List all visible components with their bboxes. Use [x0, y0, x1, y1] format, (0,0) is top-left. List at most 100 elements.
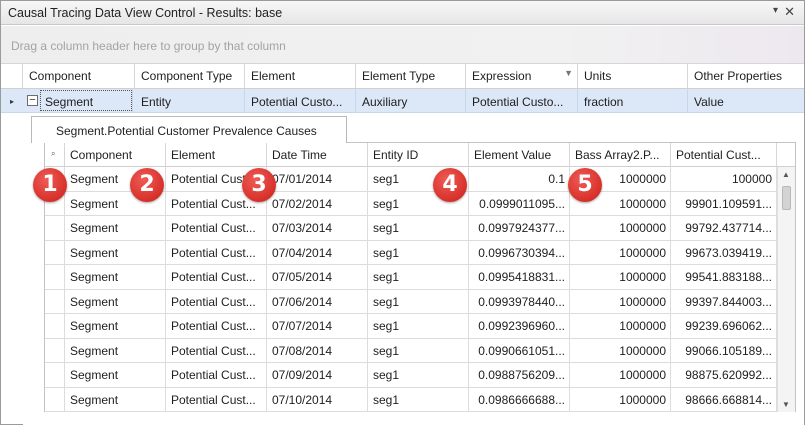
- column-header-units[interactable]: Units: [578, 64, 688, 88]
- cell-bass-array[interactable]: 1000000: [570, 265, 671, 289]
- cell-component[interactable]: Segment: [65, 240, 166, 264]
- cell-element[interactable]: Potential Custo...: [245, 89, 356, 112]
- scroll-down-icon[interactable]: ▼: [782, 400, 790, 409]
- cell-component[interactable]: Segment: [65, 338, 166, 362]
- cell-bass-array[interactable]: 1000000: [570, 338, 671, 362]
- table-row[interactable]: Segment Potential Cust... 07/03/2014 seg…: [45, 216, 777, 241]
- cell-potential-customers[interactable]: 99901.109591...: [671, 191, 777, 215]
- column-header-element-type[interactable]: Element Type: [356, 64, 466, 88]
- cell-element[interactable]: Potential Cust...: [166, 314, 267, 338]
- cell-element-value[interactable]: 0.0999011095...: [469, 191, 570, 215]
- cell-element[interactable]: Potential Cust...: [166, 338, 267, 362]
- cell-element-value[interactable]: 0.0993978440...: [469, 289, 570, 313]
- collapse-icon[interactable]: −: [27, 95, 38, 106]
- cell-date-time[interactable]: 07/05/2014: [267, 265, 368, 289]
- column-header-element[interactable]: Element: [245, 64, 356, 88]
- cell-component[interactable]: Segment: [65, 265, 166, 289]
- cell-element-value[interactable]: 0.0988756209...: [469, 363, 570, 387]
- cell-component[interactable]: Segment: [65, 216, 166, 240]
- cell-potential-customers[interactable]: 99792.437714...: [671, 216, 777, 240]
- cell-component[interactable]: Segment: [65, 289, 166, 313]
- column-header-component[interactable]: Component: [23, 64, 135, 88]
- cell-element-value[interactable]: 0.0992396960...: [469, 314, 570, 338]
- cell-date-time[interactable]: 07/08/2014: [267, 338, 368, 362]
- filter-icon[interactable]: ▼: [564, 68, 573, 78]
- cell-component[interactable]: Segment: [65, 387, 166, 411]
- cell-entity-id[interactable]: seg1: [368, 265, 469, 289]
- cell-element[interactable]: Potential Cust...: [166, 387, 267, 411]
- cell-element-value[interactable]: 0.0996730394...: [469, 240, 570, 264]
- cell-entity-id[interactable]: seg1: [368, 338, 469, 362]
- cell-element[interactable]: Potential Cust...: [166, 265, 267, 289]
- table-row[interactable]: Segment Potential Cust... 07/10/2014 seg…: [45, 387, 777, 412]
- detail-column-header-entity-id[interactable]: Entity ID: [368, 143, 469, 167]
- cell-element[interactable]: Potential Cust...: [166, 240, 267, 264]
- cell-component[interactable]: Segment: [65, 314, 166, 338]
- detail-column-header-component[interactable]: Component: [65, 143, 166, 167]
- cell-entity-id[interactable]: seg1: [368, 363, 469, 387]
- cell-entity-id[interactable]: seg1: [368, 387, 469, 411]
- cell-element-value[interactable]: 0.1: [469, 167, 570, 191]
- scroll-up-icon[interactable]: ▲: [782, 170, 790, 179]
- cell-bass-array[interactable]: 1000000: [570, 289, 671, 313]
- cell-other-properties[interactable]: Value: [688, 89, 804, 112]
- detail-column-header-element-value[interactable]: Element Value: [469, 143, 570, 167]
- close-icon[interactable]: ✕: [784, 4, 795, 20]
- cell-potential-customers[interactable]: 99673.039419...: [671, 240, 777, 264]
- cell-component[interactable]: Segment: [65, 363, 166, 387]
- cell-potential-customers[interactable]: 100000: [671, 167, 777, 191]
- cell-bass-array[interactable]: 1000000: [570, 363, 671, 387]
- cell-potential-customers[interactable]: 98666.668814...: [671, 387, 777, 411]
- detail-column-header-potential-customers[interactable]: Potential Cust...: [671, 143, 777, 167]
- cell-bass-array[interactable]: 1000000: [570, 387, 671, 411]
- cell-entity-id[interactable]: seg1: [368, 314, 469, 338]
- column-header-other-properties[interactable]: Other Properties: [688, 64, 804, 88]
- cell-potential-customers[interactable]: 99239.696062...: [671, 314, 777, 338]
- table-row[interactable]: Segment Potential Cust... 07/05/2014 seg…: [45, 265, 777, 290]
- search-icon[interactable]: ⌕: [45, 143, 65, 167]
- table-row[interactable]: ▸ − Segment Entity Potential Custo... Au…: [1, 89, 804, 113]
- cell-potential-customers[interactable]: 99541.883188...: [671, 265, 777, 289]
- cell-expression[interactable]: Potential Custo...: [466, 89, 578, 112]
- cell-date-time[interactable]: 07/06/2014: [267, 289, 368, 313]
- cell-date-time[interactable]: 07/09/2014: [267, 363, 368, 387]
- cell-element[interactable]: Potential Cust...: [166, 289, 267, 313]
- table-row[interactable]: Segment Potential Cust... 07/07/2014 seg…: [45, 314, 777, 339]
- cell-date-time[interactable]: 07/10/2014: [267, 387, 368, 411]
- cell-bass-array[interactable]: 1000000: [570, 216, 671, 240]
- cell-potential-customers[interactable]: 99066.105189...: [671, 338, 777, 362]
- column-header-component-type[interactable]: Component Type: [135, 64, 245, 88]
- cell-potential-customers[interactable]: 98875.620992...: [671, 363, 777, 387]
- table-row[interactable]: Segment Potential Cust... 07/06/2014 seg…: [45, 289, 777, 314]
- cell-element-value[interactable]: 0.0986666688...: [469, 387, 570, 411]
- cell-bass-array[interactable]: 1000000: [570, 240, 671, 264]
- cell-bass-array[interactable]: 1000000: [570, 314, 671, 338]
- scrollbar-thumb[interactable]: [782, 186, 791, 210]
- tab-detail-causes[interactable]: Segment.Potential Customer Prevalence Ca…: [31, 116, 347, 143]
- chevron-down-icon[interactable]: ▾: [773, 5, 778, 16]
- table-row[interactable]: Segment Potential Cust... 07/04/2014 seg…: [45, 240, 777, 265]
- cell-component-type[interactable]: Entity: [135, 89, 245, 112]
- cell-entity-id[interactable]: seg1: [368, 216, 469, 240]
- cell-element-type[interactable]: Auxiliary: [356, 89, 466, 112]
- cell-element-value[interactable]: 0.0997924377...: [469, 216, 570, 240]
- cell-component[interactable]: Segment: [39, 89, 133, 112]
- cell-entity-id[interactable]: seg1: [368, 289, 469, 313]
- cell-entity-id[interactable]: seg1: [368, 240, 469, 264]
- cell-date-time[interactable]: 07/03/2014: [267, 216, 368, 240]
- table-row[interactable]: Segment Potential Cust... 07/08/2014 seg…: [45, 338, 777, 363]
- cell-date-time[interactable]: 07/07/2014: [267, 314, 368, 338]
- cell-date-time[interactable]: 07/04/2014: [267, 240, 368, 264]
- vertical-scrollbar[interactable]: ▲ ▼: [777, 167, 795, 412]
- cell-date-time[interactable]: 07/02/2014: [267, 191, 368, 215]
- cell-element[interactable]: Potential Cust...: [166, 363, 267, 387]
- column-header-expression[interactable]: Expression ▼: [466, 64, 578, 88]
- detail-column-header-element[interactable]: Element: [166, 143, 267, 167]
- cell-units[interactable]: fraction: [578, 89, 688, 112]
- cell-element-value[interactable]: 0.0995418831...: [469, 265, 570, 289]
- table-row[interactable]: Segment Potential Cust... 07/09/2014 seg…: [45, 363, 777, 388]
- detail-column-header-bass-array[interactable]: Bass Array2.P...: [570, 143, 671, 167]
- cell-date-time[interactable]: 07/01/2014: [267, 167, 368, 191]
- cell-element[interactable]: Potential Cust...: [166, 216, 267, 240]
- cell-potential-customers[interactable]: 99397.844003...: [671, 289, 777, 313]
